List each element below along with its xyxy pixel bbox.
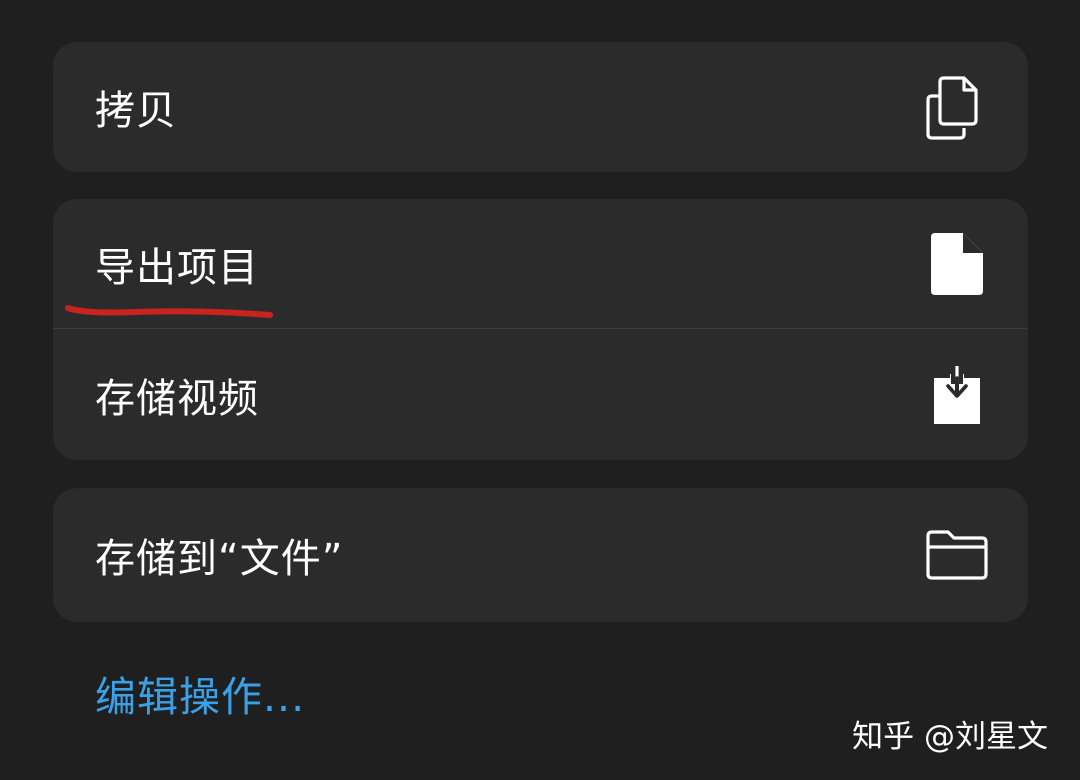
menu-group-export: 导出项目 存储视频 <box>53 199 1028 460</box>
menu-item-save-to-files-label: 存储到“文件” <box>95 536 344 582</box>
edit-actions-link[interactable]: 编辑操作... <box>95 663 305 723</box>
document-icon <box>924 231 990 297</box>
save-download-icon <box>924 362 990 428</box>
menu-separator <box>53 328 1028 329</box>
copy-icon <box>924 74 990 140</box>
menu-item-copy[interactable]: 拷贝 <box>53 42 1028 172</box>
menu-item-save-to-files[interactable]: 存储到“文件” <box>53 488 1028 622</box>
menu-item-save-video-label: 存储视频 <box>95 376 259 422</box>
menu-item-export-project-label: 导出项目 <box>95 245 259 291</box>
menu-group-copy: 拷贝 <box>53 42 1028 172</box>
menu-group-files: 存储到“文件” <box>53 488 1028 622</box>
menu-item-save-video[interactable]: 存储视频 <box>53 330 1028 460</box>
folder-icon <box>924 522 990 588</box>
red-underline-annotation <box>65 305 273 318</box>
watermark: 知乎 @刘星文 <box>852 719 1048 755</box>
menu-item-copy-label: 拷贝 <box>95 88 177 134</box>
